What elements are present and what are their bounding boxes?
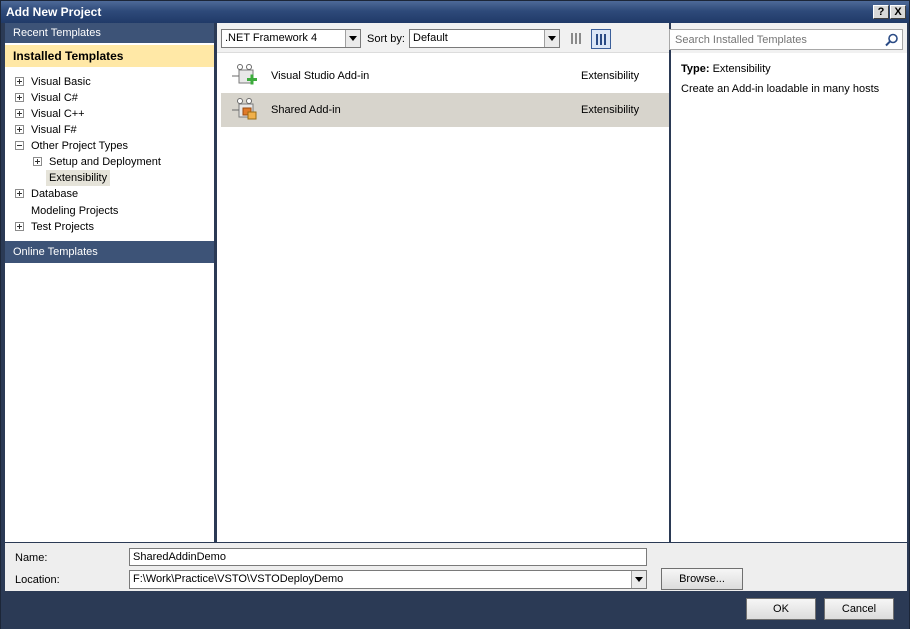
- search-icon[interactable]: [885, 33, 899, 47]
- tree-item-setup-and-deployment[interactable]: Setup and Deployment: [5, 154, 214, 170]
- sort-by-select-value: Default: [413, 32, 448, 44]
- shared-addin-icon: [232, 98, 257, 120]
- tree-item-other-project-types[interactable]: Other Project Types: [5, 138, 214, 154]
- expand-icon[interactable]: [15, 93, 24, 102]
- tree-item-visual-fsharp[interactable]: Visual F#: [5, 122, 214, 138]
- add-new-project-dialog: Add New Project ? X Recent Templates Ins…: [0, 0, 910, 629]
- chevron-down-icon[interactable]: [345, 30, 360, 47]
- small-icons-view-icon: [571, 33, 582, 44]
- template-category-panel: Recent Templates Installed Templates Vis…: [5, 23, 214, 542]
- tree-item-visual-basic[interactable]: Visual Basic: [5, 74, 214, 90]
- ok-button[interactable]: OK: [746, 598, 816, 620]
- tree-item-label: Other Project Types: [31, 140, 129, 152]
- expand-icon[interactable]: [15, 222, 24, 231]
- tree-item-test-projects[interactable]: Test Projects: [5, 219, 214, 235]
- details-view-icon: [596, 34, 607, 45]
- template-row-visual-studio-addin[interactable]: Visual Studio Add-in Extensibility: [221, 59, 669, 93]
- expand-icon[interactable]: [33, 157, 42, 166]
- tree-item-label: Visual C++: [31, 108, 85, 120]
- collapse-icon[interactable]: [15, 141, 24, 150]
- template-toolbar: .NET Framework 4 Sort by: Default: [217, 23, 669, 53]
- help-button[interactable]: ?: [873, 5, 889, 19]
- tree-item-label: Visual C#: [31, 92, 78, 104]
- cancel-button-label: Cancel: [841, 603, 877, 615]
- template-name: Shared Add-in: [271, 104, 341, 116]
- framework-select-value: .NET Framework 4: [225, 32, 318, 44]
- template-category: Extensibility: [581, 70, 640, 82]
- browse-button-label: Browse...: [679, 573, 725, 585]
- tree-item-modeling-projects[interactable]: Modeling Projects: [5, 203, 214, 219]
- template-row-shared-addin[interactable]: Shared Add-in Extensibility: [221, 93, 669, 127]
- location-value: F:\Work\Practice\VSTO\VSTODeployDemo: [133, 573, 344, 585]
- expand-icon[interactable]: [15, 77, 24, 86]
- window-title: Add New Project: [6, 5, 102, 19]
- tree-item-label: Extensibility: [46, 170, 111, 186]
- tree-item-label: Database: [31, 188, 79, 200]
- sort-by-select[interactable]: Default: [409, 29, 560, 48]
- addin-icon: [232, 64, 257, 85]
- tree-item-visual-cpp[interactable]: Visual C++: [5, 106, 214, 122]
- browse-button[interactable]: Browse...: [661, 568, 743, 590]
- template-category: Extensibility: [581, 104, 640, 116]
- search-strip: [669, 23, 907, 53]
- location-label: Location:: [15, 574, 60, 586]
- template-type: Type: Extensibility: [681, 63, 771, 75]
- expand-icon[interactable]: [15, 125, 24, 134]
- close-button[interactable]: X: [890, 5, 906, 19]
- name-input[interactable]: [129, 548, 647, 566]
- chevron-down-icon[interactable]: [631, 571, 646, 588]
- chevron-down-icon[interactable]: [544, 30, 559, 47]
- project-form: Name: Location: F:\Work\Practice\VSTO\VS…: [5, 543, 907, 591]
- template-details-panel: Type: Extensibility Create an Add-in loa…: [669, 23, 907, 542]
- type-label: Type:: [681, 63, 710, 75]
- cancel-button[interactable]: Cancel: [824, 598, 894, 620]
- tree-item-label: Modeling Projects: [31, 205, 119, 217]
- title-bar[interactable]: Add New Project ? X: [1, 1, 909, 23]
- details-view-button[interactable]: [591, 29, 611, 49]
- online-templates-header[interactable]: Online Templates: [5, 241, 214, 263]
- tree-item-label: Setup and Deployment: [49, 156, 161, 168]
- expand-icon[interactable]: [15, 189, 24, 198]
- ok-button-label: OK: [773, 603, 789, 615]
- name-label: Name:: [15, 552, 48, 564]
- expand-icon[interactable]: [15, 109, 24, 118]
- tree-item-label: Visual F#: [31, 124, 77, 136]
- type-value: Extensibility: [712, 63, 771, 75]
- installed-templates-header[interactable]: Installed Templates: [5, 45, 214, 67]
- framework-select[interactable]: .NET Framework 4: [221, 29, 361, 48]
- template-description: Create an Add-in loadable in many hosts: [681, 83, 880, 95]
- tree-item-label: Visual Basic: [31, 76, 91, 88]
- tree-item-label: Test Projects: [31, 221, 94, 233]
- tree-item-database[interactable]: Database: [5, 186, 214, 202]
- tree-item-extensibility[interactable]: Extensibility: [5, 170, 214, 186]
- search-input[interactable]: [669, 29, 903, 50]
- tree-item-visual-csharp[interactable]: Visual C#: [5, 90, 214, 106]
- location-select[interactable]: F:\Work\Practice\VSTO\VSTODeployDemo: [129, 570, 647, 589]
- sort-by-label: Sort by:: [367, 33, 405, 45]
- dialog-footer: OK Cancel: [1, 592, 909, 629]
- small-icons-view-button[interactable]: [567, 29, 587, 49]
- recent-templates-header[interactable]: Recent Templates: [5, 23, 214, 43]
- template-list-panel: .NET Framework 4 Sort by: Default Visual…: [217, 23, 669, 542]
- template-name: Visual Studio Add-in: [271, 70, 370, 82]
